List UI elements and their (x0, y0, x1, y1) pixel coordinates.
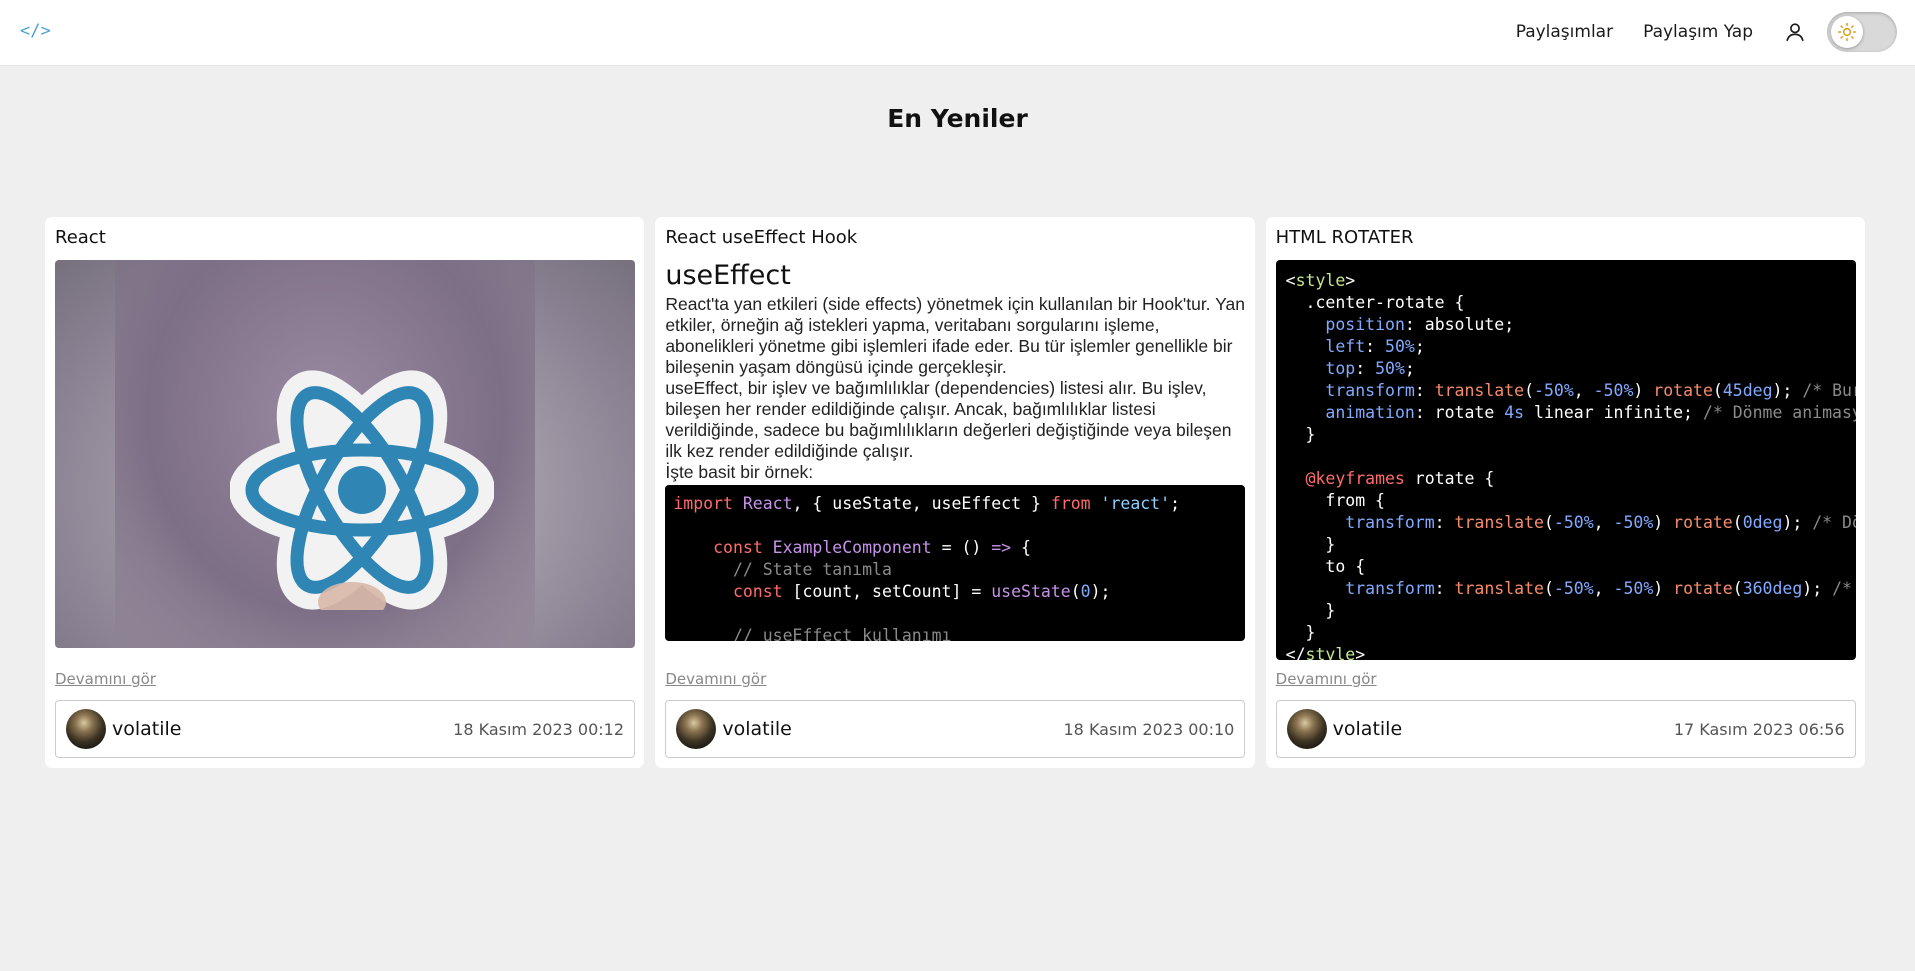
post-date: 17 Kasım 2023 06:56 (1673, 719, 1845, 739)
excerpt-heading: useEffect (665, 260, 791, 291)
read-more-link[interactable]: Devamını gör (55, 670, 156, 688)
react-logo-icon (230, 370, 494, 610)
avatar[interactable] (676, 709, 717, 749)
post-title[interactable]: HTML ROTATER (1276, 227, 1414, 248)
excerpt-paragraph: İşte basit bir örnek: (665, 462, 814, 482)
post-cards: React Devamını gör volatile 18 Kasım 202… (45, 217, 1865, 768)
post-title[interactable]: React (55, 227, 106, 248)
post-image[interactable] (55, 260, 635, 648)
nav-links: Paylaşımlar Paylaşım Yap (1516, 12, 1897, 52)
avatar[interactable] (66, 709, 106, 749)
post-author-bar: volatile 18 Kasım 2023 00:10 (665, 700, 1246, 758)
post-date: 18 Kasım 2023 00:12 (453, 719, 624, 739)
sun-icon (1831, 16, 1863, 48)
react-sticker-photo (55, 260, 635, 648)
avatar[interactable] (1286, 709, 1327, 749)
page-title: En Yeniler (887, 104, 1028, 133)
post-author-bar: volatile 17 Kasım 2023 06:56 (1275, 700, 1856, 758)
post-title[interactable]: React useEffect Hook (665, 227, 857, 248)
author-name[interactable]: volatile (722, 718, 792, 740)
post-excerpt: useEffect React'ta yan etkileri (side ef… (665, 260, 1246, 648)
top-navbar: </> Paylaşımlar Paylaşım Yap (0, 0, 1915, 66)
post-card-react: React Devamını gör volatile 18 Kasım 202… (45, 217, 645, 768)
post-card-html-rotater: HTML ROTATER <style> .center-rotate { po… (1265, 217, 1865, 768)
nav-link-create-share[interactable]: Paylaşım Yap (1643, 22, 1753, 42)
user-icon[interactable] (1783, 20, 1807, 44)
read-more-link[interactable]: Devamını gör (1276, 670, 1377, 688)
author-name[interactable]: volatile (112, 718, 182, 740)
code-block: <style> .center-rotate { position: absol… (1275, 260, 1856, 660)
author-name[interactable]: volatile (1333, 718, 1403, 740)
post-author-bar: volatile 18 Kasım 2023 00:12 (55, 700, 635, 758)
excerpt-paragraph: React'ta yan etkileri (side effects) yön… (665, 294, 1245, 377)
nav-link-shares[interactable]: Paylaşımlar (1516, 22, 1613, 42)
post-date: 18 Kasım 2023 00:10 (1063, 719, 1235, 739)
theme-toggle[interactable] (1827, 12, 1897, 52)
read-more-link[interactable]: Devamını gör (665, 670, 766, 688)
excerpt-paragraph: useEffect, bir işlev ve bağımlılıklar (d… (665, 378, 1232, 461)
code-block: import React, { useState, useEffect } fr… (665, 485, 1246, 641)
post-card-useeffect: React useEffect Hook useEffect React'ta … (655, 217, 1255, 768)
code-logo-icon[interactable]: </> (20, 18, 51, 44)
